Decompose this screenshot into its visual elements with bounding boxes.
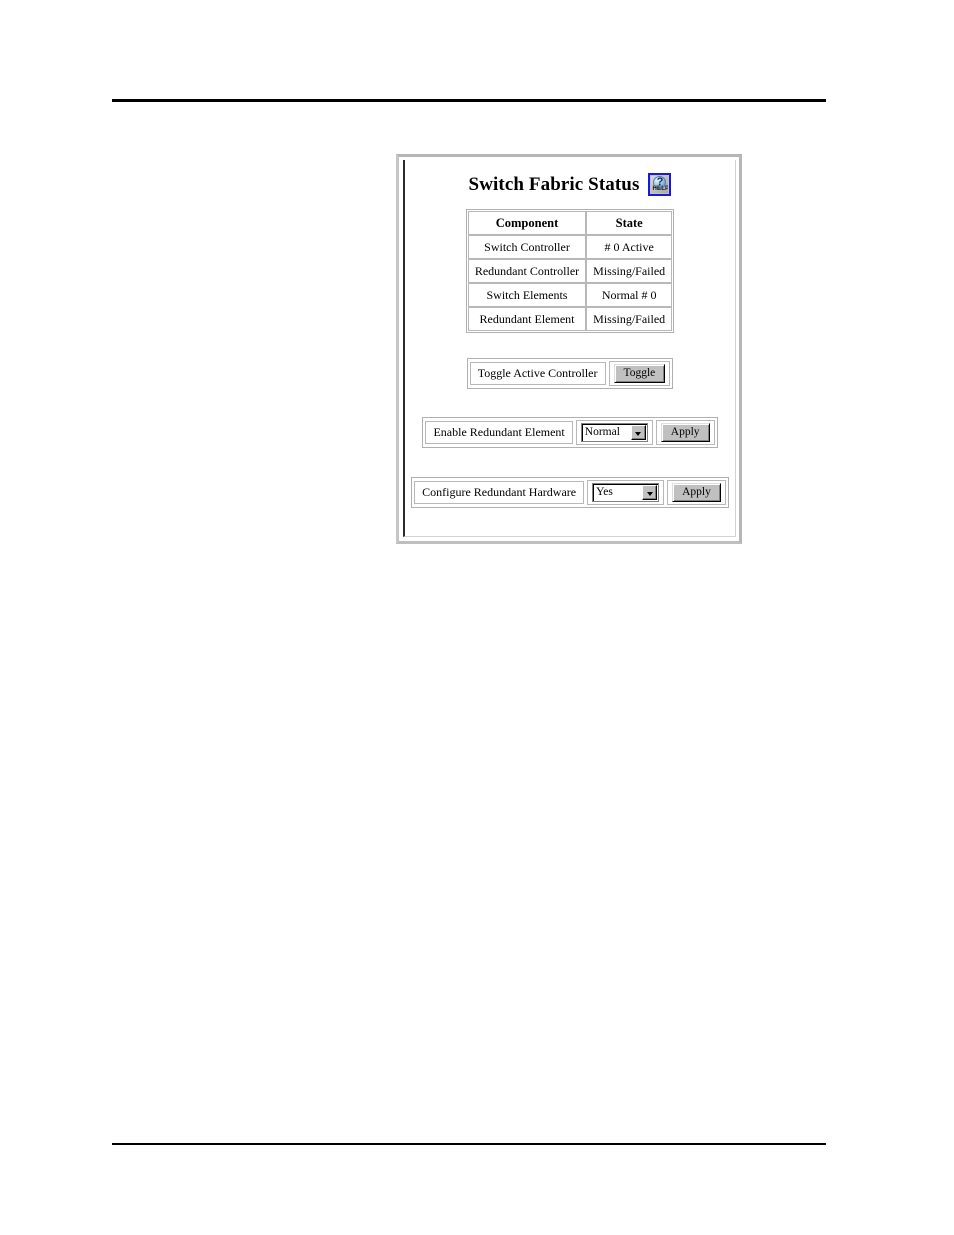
- enable-redundant-element-apply-button[interactable]: Apply: [660, 423, 710, 442]
- enable-redundant-element-label: Enable Redundant Element: [425, 421, 573, 444]
- configure-redundant-hardware-row: Configure Redundant Hardware Yes Apply: [405, 477, 735, 508]
- cell-state: Missing/Failed: [586, 307, 673, 331]
- enable-redundant-element-panel: Enable Redundant Element Normal Apply: [422, 417, 718, 448]
- column-header-state: State: [586, 211, 673, 235]
- enable-redundant-element-select[interactable]: Normal: [580, 423, 648, 442]
- configure-redundant-hardware-select[interactable]: Yes: [592, 483, 660, 502]
- enable-redundant-element-row: Enable Redundant Element Normal Apply: [405, 417, 735, 448]
- page-rule-top: [112, 99, 826, 102]
- cell-state: Missing/Failed: [586, 259, 673, 283]
- cell-component: Switch Controller: [467, 235, 587, 259]
- help-icon-caption: HELP: [652, 186, 669, 192]
- configure-redundant-hardware-select-value: Yes: [596, 486, 613, 498]
- status-table-container: Component State Switch Controller # 0 Ac…: [405, 209, 735, 333]
- switch-fabric-status-window: Switch Fabric Status HELP Component Stat…: [396, 154, 742, 544]
- toggle-active-controller-panel: Toggle Active Controller Toggle: [466, 358, 674, 389]
- page-title: Switch Fabric Status: [468, 173, 640, 195]
- help-icon[interactable]: HELP: [648, 173, 672, 196]
- enable-redundant-element-select-value: Normal: [584, 426, 620, 438]
- toggle-active-controller-label: Toggle Active Controller: [469, 362, 606, 385]
- configure-redundant-hardware-panel: Configure Redundant Hardware Yes Apply: [411, 477, 729, 508]
- window-client-area: Switch Fabric Status HELP Component Stat…: [405, 160, 735, 536]
- configure-redundant-hardware-label: Configure Redundant Hardware: [414, 481, 585, 504]
- chevron-down-icon[interactable]: [642, 485, 658, 500]
- table-header-row: Component State: [467, 211, 673, 235]
- configure-redundant-hardware-select-cell: Yes: [587, 480, 665, 505]
- configure-redundant-hardware-apply-cell: Apply: [667, 480, 726, 505]
- configure-redundant-hardware-apply-button[interactable]: Apply: [672, 483, 721, 502]
- column-header-component: Component: [467, 211, 587, 235]
- toggle-active-controller-row: Toggle Active Controller Toggle: [405, 358, 735, 389]
- page-rule-bottom: [112, 1143, 826, 1145]
- table-row: Switch Elements Normal # 0: [467, 283, 673, 307]
- table-row: Redundant Controller Missing/Failed: [467, 259, 673, 283]
- switch-fabric-status-table: Component State Switch Controller # 0 Ac…: [465, 209, 675, 333]
- window-inner-frame: Switch Fabric Status HELP Component Stat…: [403, 160, 736, 537]
- cell-component: Redundant Controller: [467, 259, 587, 283]
- cell-state: Normal # 0: [586, 283, 673, 307]
- enable-redundant-element-select-cell: Normal: [575, 420, 653, 445]
- title-row: Switch Fabric Status HELP: [405, 173, 735, 196]
- cell-component: Switch Elements: [467, 283, 587, 307]
- table-row: Switch Controller # 0 Active: [467, 235, 673, 259]
- cell-state: # 0 Active: [586, 235, 673, 259]
- toggle-button[interactable]: Toggle: [613, 364, 666, 383]
- table-row: Redundant Element Missing/Failed: [467, 307, 673, 331]
- chevron-down-icon[interactable]: [630, 425, 646, 440]
- enable-redundant-element-apply-cell: Apply: [655, 420, 715, 445]
- help-icon-face: HELP: [651, 176, 669, 193]
- cell-component: Redundant Element: [467, 307, 587, 331]
- toggle-button-cell: Toggle: [608, 361, 671, 386]
